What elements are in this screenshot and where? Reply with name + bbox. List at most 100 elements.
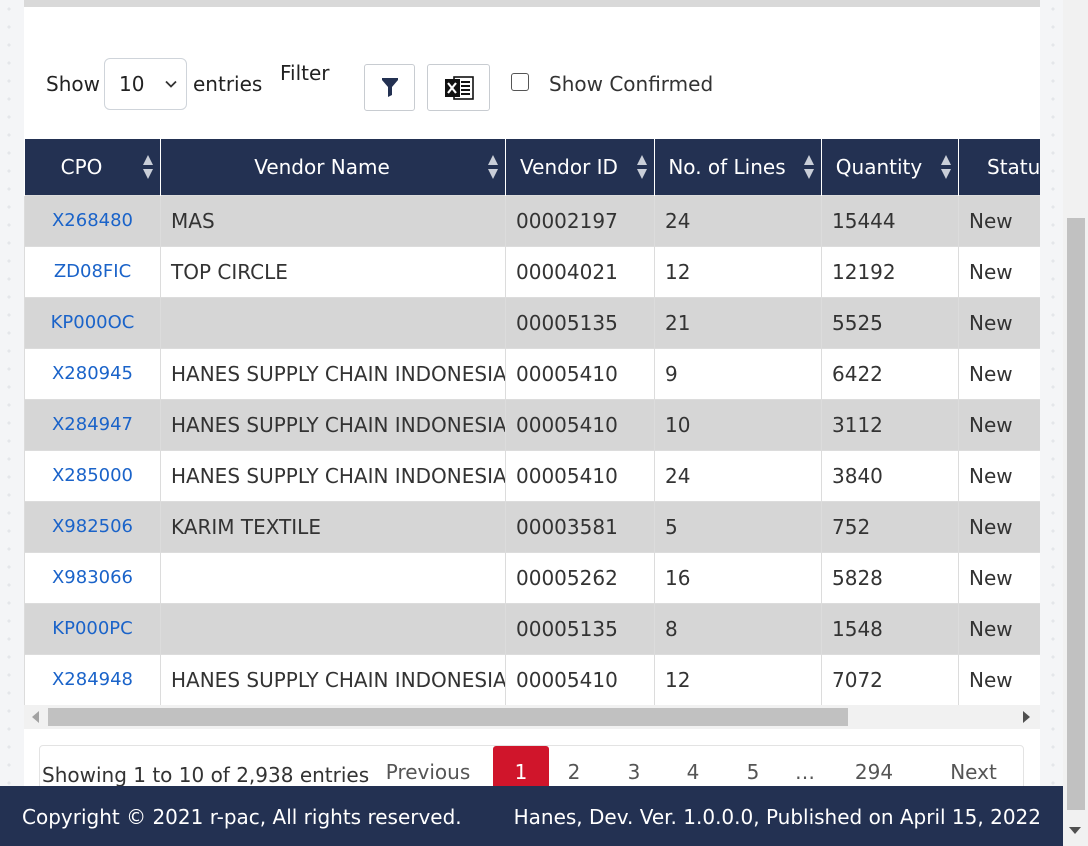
cpo-link[interactable]: KP000PC	[24, 602, 161, 655]
lines-cell: 24	[654, 449, 822, 502]
quantity-cell: 6422	[821, 347, 959, 400]
status-cell: New	[958, 296, 1040, 349]
filter-label: Filter	[280, 61, 330, 85]
column-header-label: Quantity	[835, 154, 923, 179]
lines-cell: 5	[654, 500, 822, 553]
quantity-cell: 5828	[821, 551, 959, 604]
vendor-id-cell: 00005135	[505, 296, 655, 349]
column-header-no-of-lines[interactable]: No. of Lines	[654, 139, 822, 195]
table-header-row: CPO Vendor Name Vendor ID No. of Lines Quant…	[24, 139, 1040, 195]
vendor-id-cell: 00002197	[505, 194, 655, 247]
vendor-name-cell: HANES SUPPLY CHAIN INDONESIA	[160, 653, 506, 705]
column-header-status[interactable]: Status	[958, 139, 1040, 195]
sort-arrows-icon	[637, 155, 647, 179]
funnel-icon	[381, 77, 398, 97]
cpo-link[interactable]: X284947	[24, 398, 161, 451]
cpo-link[interactable]: X280945	[24, 347, 161, 400]
scroll-right-arrow-icon[interactable]	[1023, 711, 1030, 723]
column-header-vendor-name[interactable]: Vendor Name	[160, 139, 506, 195]
column-header-quantity[interactable]: Quantity	[821, 139, 959, 195]
show-confirmed-checkbox[interactable]	[511, 73, 529, 91]
quantity-cell: 3840	[821, 449, 959, 502]
lines-cell: 16	[654, 551, 822, 604]
status-cell: New	[958, 347, 1040, 400]
vendor-name-cell: KARIM TEXTILE	[160, 500, 506, 553]
sort-arrows-icon	[804, 155, 814, 179]
table-row: X284948 HANES SUPPLY CHAIN INDONESIA 00005…	[24, 653, 1040, 705]
vendor-name-cell	[160, 296, 506, 349]
table-row: X982506 KARIM TEXTILE 00003581 5 752 New	[24, 500, 1040, 553]
quantity-cell: 752	[821, 500, 959, 553]
column-header-label: CPO	[60, 154, 103, 179]
table-controls: Show 10 entries Filter Show Confirmed	[24, 0, 1040, 138]
scroll-left-arrow-icon[interactable]	[32, 711, 39, 723]
lines-cell: 21	[654, 296, 822, 349]
sort-arrows-icon	[143, 155, 153, 179]
vendor-id-cell: 00005410	[505, 449, 655, 502]
table-row: ZD08FIC TOP CIRCLE 00004021 12 12192 New	[24, 245, 1040, 298]
pagination-info: Showing 1 to 10 of 2,938 entries	[42, 763, 370, 787]
vendor-name-cell: TOP CIRCLE	[160, 245, 506, 298]
status-cell: New	[958, 653, 1040, 705]
scroll-down-arrow-icon[interactable]	[1069, 827, 1081, 834]
table-row: X284947 HANES SUPPLY CHAIN INDONESIA 00005…	[24, 398, 1040, 451]
column-header-label: Vendor Name	[254, 154, 390, 179]
status-cell: New	[958, 245, 1040, 298]
quantity-cell: 1548	[821, 602, 959, 655]
vendor-name-cell	[160, 602, 506, 655]
cpo-link[interactable]: KP000OC	[24, 296, 161, 349]
cpo-link[interactable]: X982506	[24, 500, 161, 553]
vendor-name-cell	[160, 551, 506, 604]
vendor-id-cell: 00003581	[505, 500, 655, 553]
vertical-scrollbar[interactable]	[1063, 0, 1088, 846]
horizontal-scroll-thumb[interactable]	[48, 708, 848, 726]
lines-cell: 12	[654, 653, 822, 705]
table-row: KP000OC 00005135 21 5525 New	[24, 296, 1040, 349]
status-cell: New	[958, 551, 1040, 604]
quantity-cell: 12192	[821, 245, 959, 298]
orders-table: CPO Vendor Name Vendor ID No. of Lines Quant…	[24, 139, 1040, 705]
table-body: X268480 MAS 00002197 24 15444 New ZD08FIC TOP C…	[24, 194, 1040, 705]
show-label: Show	[46, 72, 100, 96]
column-header-label: Status	[987, 154, 1040, 179]
sort-arrows-icon	[941, 155, 951, 179]
vendor-id-cell: 00005135	[505, 602, 655, 655]
quantity-cell: 3112	[821, 398, 959, 451]
entries-select-value: 10	[119, 72, 145, 96]
horizontal-scrollbar[interactable]	[24, 705, 1040, 729]
vendor-name-cell: HANES SUPPLY CHAIN INDONESIA	[160, 398, 506, 451]
column-header-label: Vendor ID	[520, 154, 618, 179]
status-cell: New	[958, 398, 1040, 451]
column-header-cpo[interactable]: CPO	[24, 139, 161, 195]
filter-button[interactable]	[364, 64, 415, 111]
vendor-id-cell: 00005410	[505, 398, 655, 451]
vendor-name-cell: HANES SUPPLY CHAIN INDONESIA	[160, 347, 506, 400]
cpo-link[interactable]: X285000	[24, 449, 161, 502]
status-cell: New	[958, 449, 1040, 502]
quantity-cell: 7072	[821, 653, 959, 705]
vendor-name-cell: MAS	[160, 194, 506, 247]
footer-copyright: Copyright © 2021 r-pac, All rights reser…	[22, 805, 462, 829]
table-row: X285000 HANES SUPPLY CHAIN INDONESIA 00005…	[24, 449, 1040, 502]
export-excel-button[interactable]	[427, 64, 490, 111]
column-header-vendor-id[interactable]: Vendor ID	[505, 139, 655, 195]
cpo-link[interactable]: X268480	[24, 194, 161, 247]
column-header-label: No. of Lines	[668, 154, 786, 179]
cpo-link[interactable]: ZD08FIC	[24, 245, 161, 298]
status-cell: New	[958, 194, 1040, 247]
lines-cell: 8	[654, 602, 822, 655]
footer-version: Hanes, Dev. Ver. 1.0.0.0, Published on A…	[513, 805, 1041, 829]
vertical-scroll-thumb[interactable]	[1067, 218, 1085, 810]
main-card: Show 10 entries Filter Show Confirmed CP…	[24, 0, 1040, 846]
vendor-id-cell: 00005262	[505, 551, 655, 604]
cpo-link[interactable]: X284948	[24, 653, 161, 705]
lines-cell: 10	[654, 398, 822, 451]
status-cell: New	[958, 602, 1040, 655]
chevron-down-icon	[165, 80, 177, 88]
entries-per-page-select[interactable]: 10	[104, 58, 187, 110]
excel-icon	[444, 75, 474, 100]
sort-arrows-icon	[488, 155, 498, 179]
cpo-link[interactable]: X983066	[24, 551, 161, 604]
orders-table-container: CPO Vendor Name Vendor ID No. of Lines Quant…	[24, 139, 1040, 705]
lines-cell: 9	[654, 347, 822, 400]
